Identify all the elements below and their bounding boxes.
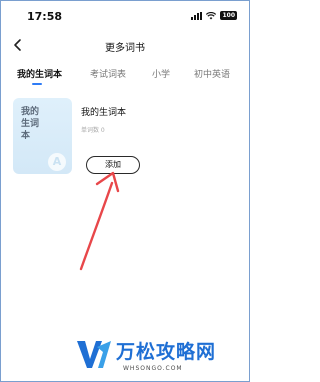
tab-primary[interactable]: 小学 bbox=[152, 67, 170, 80]
tab-middle-english[interactable]: 初中英语 bbox=[194, 67, 230, 80]
battery-icon: 100 bbox=[220, 11, 237, 20]
status-icons: 100 bbox=[191, 11, 237, 20]
book-word-count: 单词数 0 bbox=[81, 127, 105, 134]
status-bar: 17:58 100 bbox=[1, 1, 249, 29]
book-cover-title: 我的生词本 bbox=[21, 107, 40, 141]
active-tab-indicator bbox=[32, 83, 42, 85]
page-title: 更多词书 bbox=[105, 43, 145, 54]
nav-bar: 更多词书 bbox=[1, 33, 249, 59]
tab-bar: 我的生词本 考试词表 小学 初中英语 bbox=[1, 67, 249, 93]
app-screen: 17:58 100 更多词书 我的生词本 考试词表 小学 初中英语 我的生词本 bbox=[0, 0, 250, 382]
book-name: 我的生词本 bbox=[81, 108, 127, 118]
status-time: 17:58 bbox=[27, 10, 63, 23]
book-cover-letter: A bbox=[48, 153, 66, 171]
signal-icon bbox=[191, 11, 203, 20]
add-button[interactable]: 添加 bbox=[86, 156, 140, 174]
watermark-logo-icon bbox=[77, 341, 111, 368]
book-cover[interactable]: 我的生词本 A bbox=[13, 98, 72, 174]
watermark-url: WHSONGO.COM bbox=[123, 365, 183, 372]
watermark-brand: 万松攻略网 bbox=[116, 341, 217, 363]
wifi-icon bbox=[206, 11, 217, 19]
tab-exam-lists[interactable]: 考试词表 bbox=[90, 67, 126, 80]
tab-my-vocab[interactable]: 我的生词本 bbox=[17, 67, 62, 80]
